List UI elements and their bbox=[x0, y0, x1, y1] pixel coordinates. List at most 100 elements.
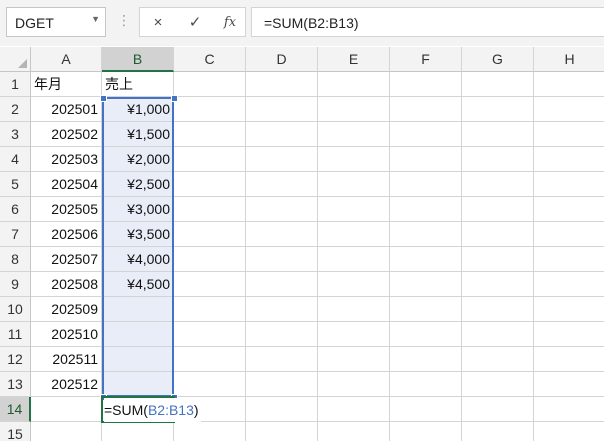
cell-d10[interactable] bbox=[246, 297, 318, 322]
cell-h6[interactable] bbox=[534, 197, 604, 222]
cell-f10[interactable] bbox=[390, 297, 462, 322]
cell-c12[interactable] bbox=[174, 347, 246, 372]
cell-c5[interactable] bbox=[174, 172, 246, 197]
cell-f9[interactable] bbox=[390, 272, 462, 297]
row-header-2[interactable]: 2 bbox=[0, 97, 31, 122]
cell-g14[interactable] bbox=[462, 397, 534, 422]
row-header-7[interactable]: 7 bbox=[0, 222, 31, 247]
row-header-14[interactable]: 14 bbox=[0, 397, 31, 422]
cell-f1[interactable] bbox=[390, 72, 462, 97]
cell-d2[interactable] bbox=[246, 97, 318, 122]
cell-b3[interactable]: ¥1,500 bbox=[102, 122, 174, 147]
row-header-3[interactable]: 3 bbox=[0, 122, 31, 147]
cell-g13[interactable] bbox=[462, 372, 534, 397]
cell-d7[interactable] bbox=[246, 222, 318, 247]
column-header-a[interactable]: A bbox=[31, 47, 102, 72]
cell-h13[interactable] bbox=[534, 372, 604, 397]
cell-a10[interactable]: 202509 bbox=[31, 297, 102, 322]
cell-e6[interactable] bbox=[318, 197, 390, 222]
cell-b11[interactable] bbox=[102, 322, 174, 347]
cell-e5[interactable] bbox=[318, 172, 390, 197]
cell-e15[interactable] bbox=[318, 422, 390, 441]
cell-c8[interactable] bbox=[174, 247, 246, 272]
cell-h4[interactable] bbox=[534, 147, 604, 172]
cell-h8[interactable] bbox=[534, 247, 604, 272]
cell-e2[interactable] bbox=[318, 97, 390, 122]
column-header-b[interactable]: B bbox=[102, 47, 174, 72]
cell-a1[interactable]: 年月 bbox=[31, 72, 102, 97]
cell-b13[interactable] bbox=[102, 372, 174, 397]
cell-c1[interactable] bbox=[174, 72, 246, 97]
column-header-f[interactable]: F bbox=[390, 47, 462, 72]
cell-e14[interactable] bbox=[318, 397, 390, 422]
cell-h10[interactable] bbox=[534, 297, 604, 322]
cell-c10[interactable] bbox=[174, 297, 246, 322]
row-header-1[interactable]: 1 bbox=[0, 72, 31, 97]
row-header-8[interactable]: 8 bbox=[0, 247, 31, 272]
cell-c3[interactable] bbox=[174, 122, 246, 147]
cell-d4[interactable] bbox=[246, 147, 318, 172]
cell-g1[interactable] bbox=[462, 72, 534, 97]
column-header-h[interactable]: H bbox=[534, 47, 604, 72]
row-header-6[interactable]: 6 bbox=[0, 197, 31, 222]
cell-c11[interactable] bbox=[174, 322, 246, 347]
cell-c2[interactable] bbox=[174, 97, 246, 122]
cell-e11[interactable] bbox=[318, 322, 390, 347]
cell-g12[interactable] bbox=[462, 347, 534, 372]
cell-g11[interactable] bbox=[462, 322, 534, 347]
cell-f4[interactable] bbox=[390, 147, 462, 172]
enter-check-icon[interactable]: ✓ bbox=[185, 13, 205, 33]
cell-e12[interactable] bbox=[318, 347, 390, 372]
cell-a14[interactable] bbox=[31, 397, 102, 422]
cell-a4[interactable]: 202503 bbox=[31, 147, 102, 172]
cell-b10[interactable] bbox=[102, 297, 174, 322]
cell-a13[interactable]: 202512 bbox=[31, 372, 102, 397]
cell-e3[interactable] bbox=[318, 122, 390, 147]
cell-h2[interactable] bbox=[534, 97, 604, 122]
range-handle-top-right[interactable] bbox=[171, 95, 178, 102]
cell-c15[interactable] bbox=[174, 422, 246, 441]
cell-h5[interactable] bbox=[534, 172, 604, 197]
select-all-corner[interactable] bbox=[0, 47, 31, 72]
cell-a7[interactable]: 202506 bbox=[31, 222, 102, 247]
cell-d13[interactable] bbox=[246, 372, 318, 397]
name-box[interactable]: DGET ▼ bbox=[6, 7, 106, 37]
cell-f3[interactable] bbox=[390, 122, 462, 147]
cell-g8[interactable] bbox=[462, 247, 534, 272]
cell-h1[interactable] bbox=[534, 72, 604, 97]
row-header-5[interactable]: 5 bbox=[0, 172, 31, 197]
cell-e13[interactable] bbox=[318, 372, 390, 397]
cell-e1[interactable] bbox=[318, 72, 390, 97]
cell-b7[interactable]: ¥3,500 bbox=[102, 222, 174, 247]
cell-d15[interactable] bbox=[246, 422, 318, 441]
insert-function-icon[interactable]: fx bbox=[220, 13, 240, 33]
cell-d6[interactable] bbox=[246, 197, 318, 222]
cell-a2[interactable]: 202501 bbox=[31, 97, 102, 122]
cell-g4[interactable] bbox=[462, 147, 534, 172]
cancel-icon[interactable]: × bbox=[148, 13, 168, 33]
cell-b5[interactable]: ¥2,500 bbox=[102, 172, 174, 197]
cell-a11[interactable]: 202510 bbox=[31, 322, 102, 347]
cell-d5[interactable] bbox=[246, 172, 318, 197]
column-header-c[interactable]: C bbox=[174, 47, 246, 72]
cell-h15[interactable] bbox=[534, 422, 604, 441]
cell-a9[interactable]: 202508 bbox=[31, 272, 102, 297]
cell-g10[interactable] bbox=[462, 297, 534, 322]
cell-c6[interactable] bbox=[174, 197, 246, 222]
cell-c9[interactable] bbox=[174, 272, 246, 297]
row-header-11[interactable]: 11 bbox=[0, 322, 31, 347]
cell-a6[interactable]: 202505 bbox=[31, 197, 102, 222]
row-header-9[interactable]: 9 bbox=[0, 272, 31, 297]
cell-d9[interactable] bbox=[246, 272, 318, 297]
cell-h14[interactable] bbox=[534, 397, 604, 422]
cell-d8[interactable] bbox=[246, 247, 318, 272]
cell-b1[interactable]: 売上 bbox=[102, 72, 174, 97]
cell-e4[interactable] bbox=[318, 147, 390, 172]
cell-f2[interactable] bbox=[390, 97, 462, 122]
column-header-d[interactable]: D bbox=[246, 47, 318, 72]
cell-c7[interactable] bbox=[174, 222, 246, 247]
cell-b9[interactable]: ¥4,500 bbox=[102, 272, 174, 297]
cell-b6[interactable]: ¥3,000 bbox=[102, 197, 174, 222]
cell-e10[interactable] bbox=[318, 297, 390, 322]
cell-b15[interactable] bbox=[102, 422, 174, 441]
